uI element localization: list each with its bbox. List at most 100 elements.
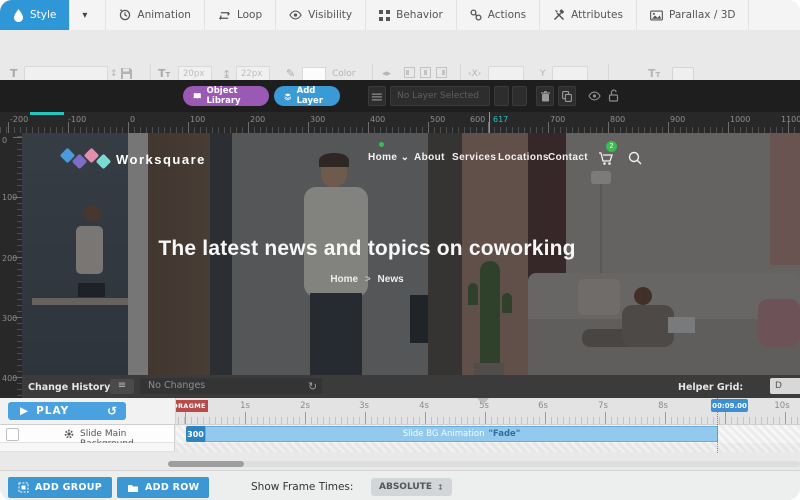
eye-icon [289, 10, 302, 20]
ruler-label: 100 [190, 115, 205, 124]
ruler-label: 0 [2, 136, 7, 145]
frame-times-select[interactable]: ABSOLUTE ↕ [371, 478, 452, 496]
tab-label: Animation [137, 9, 191, 21]
cart-badge: 2 [606, 141, 617, 152]
image-icon [650, 10, 663, 21]
tab-style-dropdown[interactable]: ▾ [70, 0, 106, 30]
start-time-chip[interactable]: 300 [186, 426, 205, 442]
timeline-scrollbar-thumb[interactable] [168, 461, 244, 467]
ruler-label: 800 [610, 115, 625, 124]
font-size-field[interactable]: 20px [178, 66, 212, 81]
breadcrumb-separator: > [361, 274, 375, 285]
add-row-button[interactable]: ADD ROW [117, 477, 209, 498]
h-arrows-icon[interactable]: ◂▸ [382, 69, 391, 79]
chevron-down-icon: ⌄ [401, 152, 410, 163]
ruler-label: 700 [550, 115, 565, 124]
playhead-line [717, 398, 718, 453]
tab-label: Behavior [396, 9, 443, 21]
nav-item-locations[interactable]: Locations [498, 152, 549, 163]
tab-behavior[interactable]: Behavior [366, 0, 457, 30]
history-status-field[interactable]: No Changes [140, 378, 322, 394]
breadcrumb[interactable]: Home > News [330, 274, 403, 285]
tab-attributes[interactable]: Attributes [540, 0, 637, 30]
app-window: Style ▾ Animation Loop Visibility Behavi… [0, 0, 800, 500]
layer-tool-button[interactable] [512, 86, 527, 106]
vertical-ruler: 0 100 200 300 400 [0, 133, 22, 398]
align-right-icon[interactable] [436, 67, 447, 78]
history-icon: ↺ [107, 404, 126, 418]
timeline-marker-triangle[interactable] [477, 398, 489, 405]
tab-label: Visibility [308, 9, 352, 21]
refresh-icon[interactable]: ↻ [308, 380, 317, 393]
tab-animation[interactable]: Animation [106, 0, 205, 30]
top-tab-bar: Style ▾ Animation Loop Visibility Behavi… [0, 0, 800, 31]
cart-icon[interactable] [598, 150, 615, 166]
play-icon: ▶ [8, 405, 36, 417]
ruler-label: 300 [2, 314, 17, 323]
align-center-h-icon[interactable] [420, 67, 431, 78]
align-left-icon[interactable] [404, 67, 415, 78]
timeline-scrollbar-track[interactable] [168, 461, 800, 467]
hero-heading[interactable]: The latest news and topics on coworking [158, 237, 575, 261]
delete-layer-button[interactable] [536, 86, 554, 106]
folder-icon [127, 483, 139, 493]
tab-label: Attributes [571, 9, 623, 21]
helper-grid-select[interactable]: D [770, 378, 800, 394]
animation-bar-text: Slide BG Animation [403, 429, 485, 439]
tab-label: Actions [488, 9, 526, 21]
nav-item-about[interactable]: About [414, 152, 445, 163]
font-family-icon: T [10, 67, 18, 80]
time-tick-label: 7s [598, 401, 608, 411]
nav-item-services[interactable]: Services [452, 152, 496, 163]
search-icon[interactable] [628, 151, 642, 165]
loop-icon [218, 10, 231, 21]
ruler-label: 200 [250, 115, 265, 124]
color-label: Color [332, 69, 356, 79]
group-icon [18, 482, 29, 493]
tab-visibility[interactable]: Visibility [276, 0, 366, 30]
animation-bar[interactable]: Slide BG Animation "Fade" [205, 426, 718, 442]
add-layer-button[interactable]: Add Layer [274, 86, 340, 106]
layer-tool-button[interactable] [494, 86, 509, 106]
ruler-scroll-indicator[interactable] [30, 112, 64, 115]
nav-item-contact[interactable]: Contact [548, 152, 588, 163]
tab-parallax-3d[interactable]: Parallax / 3D [637, 0, 750, 30]
site-logo[interactable]: Worksquare [116, 152, 206, 167]
font-family-select[interactable] [24, 66, 108, 81]
ruler-label: 0 [130, 115, 135, 124]
breadcrumb-current: News [378, 274, 404, 285]
nav-item-home[interactable]: Home ⌄ [368, 152, 409, 163]
breadcrumb-home[interactable]: Home [330, 274, 358, 285]
ruler-label: 900 [670, 115, 685, 124]
editor-canvas[interactable]: Worksquare Home ⌄ About Services Locatio… [22, 133, 800, 375]
duplicate-layer-button[interactable] [558, 86, 576, 106]
layers-icon [284, 91, 292, 102]
save-icon[interactable] [120, 67, 133, 80]
time-tick-label: 1s [240, 401, 250, 411]
duplicate-icon [562, 91, 572, 102]
eye-icon[interactable] [588, 91, 601, 101]
font-size-icon: TT [158, 67, 170, 80]
layer-selection-field[interactable]: No Layer Selected [390, 86, 490, 106]
history-menu-button[interactable]: ≡ [110, 379, 134, 394]
y-position-field[interactable] [552, 66, 588, 81]
play-button[interactable]: ▶ PLAY ↺ [8, 402, 126, 420]
behavior-icon [379, 10, 390, 21]
pencil-icon[interactable]: ✎ [286, 67, 295, 80]
ruler-cursor-line [489, 112, 490, 133]
ruler-label: 1100 [781, 115, 800, 124]
stepper-icon[interactable]: ↕ [110, 69, 118, 79]
text-transform-icon[interactable]: TT [648, 67, 660, 80]
time-tick-label: 3s [359, 401, 369, 411]
unlock-icon[interactable] [608, 89, 619, 102]
tab-style[interactable]: Style [0, 0, 70, 30]
layer-menu-button[interactable]: ≡ [368, 86, 386, 106]
add-group-button[interactable]: ADD GROUP [8, 477, 112, 498]
object-library-button[interactable]: Object Library [183, 86, 269, 106]
tab-loop[interactable]: Loop [205, 0, 276, 30]
row-checkbox[interactable] [6, 428, 19, 441]
line-height-field[interactable]: 22px [236, 66, 270, 81]
x-position-field[interactable] [488, 66, 524, 81]
tab-actions[interactable]: Actions [457, 0, 540, 30]
gear-icon[interactable] [64, 429, 74, 439]
